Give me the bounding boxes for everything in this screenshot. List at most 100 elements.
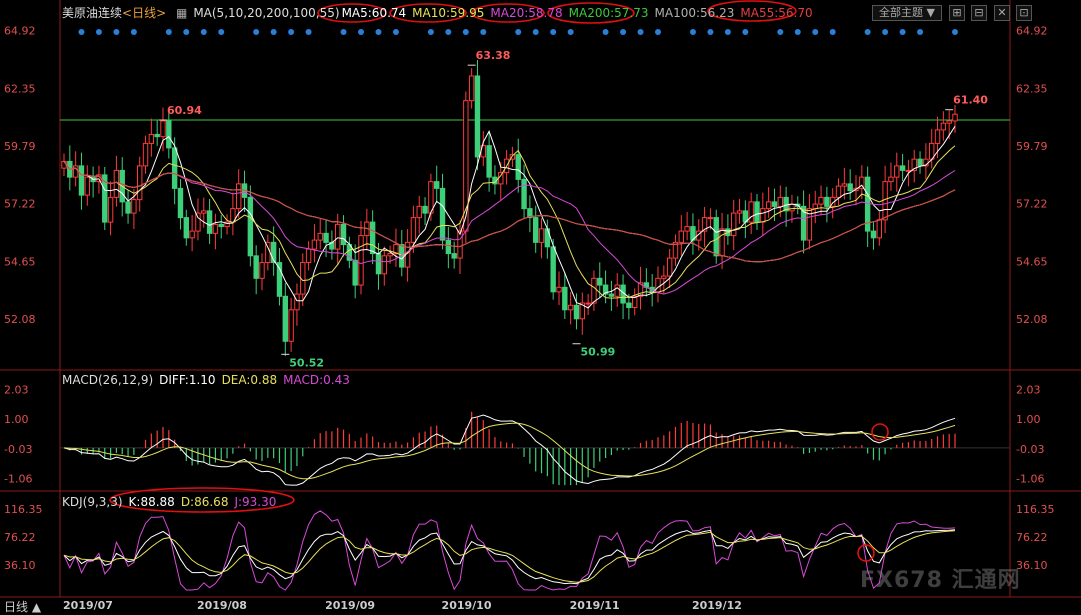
- candle-body: [265, 241, 271, 264]
- theme-dropdown[interactable]: 全部主题 ▼: [872, 5, 942, 21]
- candle-body: [358, 235, 364, 286]
- candle-body: [305, 248, 312, 264]
- annotation-label-1: 63.38: [476, 49, 511, 62]
- candle-body: [905, 169, 912, 172]
- candle-body: [166, 120, 172, 149]
- candle-body: [946, 120, 952, 124]
- event-dot: [200, 29, 207, 35]
- annotation-label-3: 50.99: [580, 346, 615, 359]
- candle-body: [544, 228, 551, 248]
- kdj-tick-left-1: 76.22: [4, 531, 36, 544]
- event-dot: [392, 29, 399, 35]
- candle-body: [486, 145, 492, 178]
- kdj-j: J:93.30: [234, 495, 277, 509]
- candle-body: [538, 228, 545, 243]
- candle-body: [533, 217, 539, 243]
- candle-body: [171, 147, 178, 189]
- candle-body: [870, 230, 877, 239]
- macd-dea: DEA:0.88: [221, 373, 278, 387]
- x-tick-2: 2019/09: [325, 599, 375, 612]
- candle-body: [515, 154, 521, 180]
- event-dot: [689, 29, 696, 35]
- event-dot: [78, 29, 85, 35]
- candle-body: [253, 255, 259, 279]
- candle-body: [736, 210, 743, 214]
- kdj-title: KDJ(9,3,3): [62, 495, 123, 509]
- candle-body: [282, 295, 288, 342]
- event-dot: [742, 29, 749, 35]
- event-dot: [952, 29, 958, 35]
- candle-body: [608, 293, 615, 297]
- candle-body: [206, 210, 213, 234]
- event-dot: [515, 29, 522, 35]
- chart-canvas: 64.92 64.92 62.35 62.35 59.79 59.79 57.22 57.22…: [0, 0, 1081, 612]
- macd-tick-left-3: -1.06: [4, 472, 32, 485]
- event-dot: [707, 29, 714, 35]
- candle-body: [218, 223, 224, 228]
- candle-body: [154, 133, 160, 138]
- candle-body: [655, 277, 661, 293]
- main-chart-header: 美原油连续<日线> ▦ MA(5,10,20,200,100,55) MA5:60.…: [62, 6, 825, 20]
- candle-body: [422, 205, 428, 214]
- price-tick-left-5: 52.08: [4, 313, 36, 326]
- ma-legend-0: MA5:60.74: [341, 6, 407, 20]
- macd-title: MACD(26,12,9): [62, 373, 154, 387]
- candle-body: [410, 217, 417, 243]
- candle-body: [626, 302, 632, 309]
- event-dot: [253, 29, 260, 35]
- macd-cross-circle: [871, 423, 889, 441]
- candle-body: [375, 253, 382, 275]
- candle-body: [439, 187, 446, 241]
- candle-body: [387, 253, 393, 257]
- kdj-tick-left-0: 116.35: [4, 503, 43, 516]
- price-tick-right-5: 52.08: [1016, 313, 1048, 326]
- price-tick-right-3: 57.22: [1016, 198, 1048, 211]
- event-dot: [358, 29, 364, 35]
- candle-body: [661, 275, 667, 279]
- event-dot: [165, 29, 172, 35]
- settings-button[interactable]: ⊡: [1016, 5, 1032, 21]
- period-label: <日线>: [122, 6, 167, 20]
- candle-body: [556, 286, 562, 293]
- ma-legend-items: MA5:60.74 MA10:59.95 MA20:58.78 MA200:57.73…: [342, 6, 819, 20]
- candle-body: [713, 217, 719, 257]
- ma-line-MA5: [63, 126, 956, 309]
- expand-button[interactable]: ⊞: [949, 5, 965, 21]
- candle-body: [474, 75, 481, 158]
- candle-body: [771, 201, 778, 207]
- candle-body: [107, 196, 114, 223]
- period-tab[interactable]: 日线 ▲: [4, 598, 41, 615]
- candle-body: [381, 255, 387, 275]
- candle-body: [177, 187, 184, 219]
- symbol-title: 美原油连续: [62, 6, 123, 20]
- kdj-tick-right-0: 116.35: [1016, 503, 1055, 516]
- close-button[interactable]: ✕: [994, 5, 1010, 21]
- candle-body: [335, 223, 341, 250]
- candle-body: [369, 221, 376, 255]
- event-dot: [829, 29, 836, 35]
- macd-tick-left-1: 1.00: [4, 413, 29, 426]
- collapse-button[interactable]: ⊟: [971, 5, 987, 21]
- candle-body: [189, 230, 195, 239]
- candle-body: [591, 277, 597, 304]
- candle-body: [882, 181, 888, 221]
- candle-body: [294, 293, 300, 311]
- event-dot: [288, 29, 295, 35]
- event-dot: [917, 29, 924, 35]
- event-dot: [794, 29, 801, 35]
- candle-body: [131, 199, 137, 214]
- price-tick-left-2: 59.79: [4, 140, 36, 153]
- macd-tick-right-2: -0.03: [1016, 443, 1044, 456]
- candle-body: [597, 277, 603, 286]
- candle-body: [952, 113, 958, 122]
- price-tick-left-3: 57.22: [4, 198, 36, 211]
- price-tick-right-1: 62.35: [1016, 82, 1048, 95]
- candle-body: [841, 183, 848, 187]
- candle-body: [212, 223, 219, 234]
- candle-body: [451, 253, 457, 259]
- ma-legend-5: MA55:56.70: [740, 6, 813, 20]
- candle-body: [573, 304, 580, 320]
- candle-body: [247, 196, 254, 257]
- kdj-tick-right-1: 76.22: [1016, 531, 1048, 544]
- event-dot: [183, 29, 190, 35]
